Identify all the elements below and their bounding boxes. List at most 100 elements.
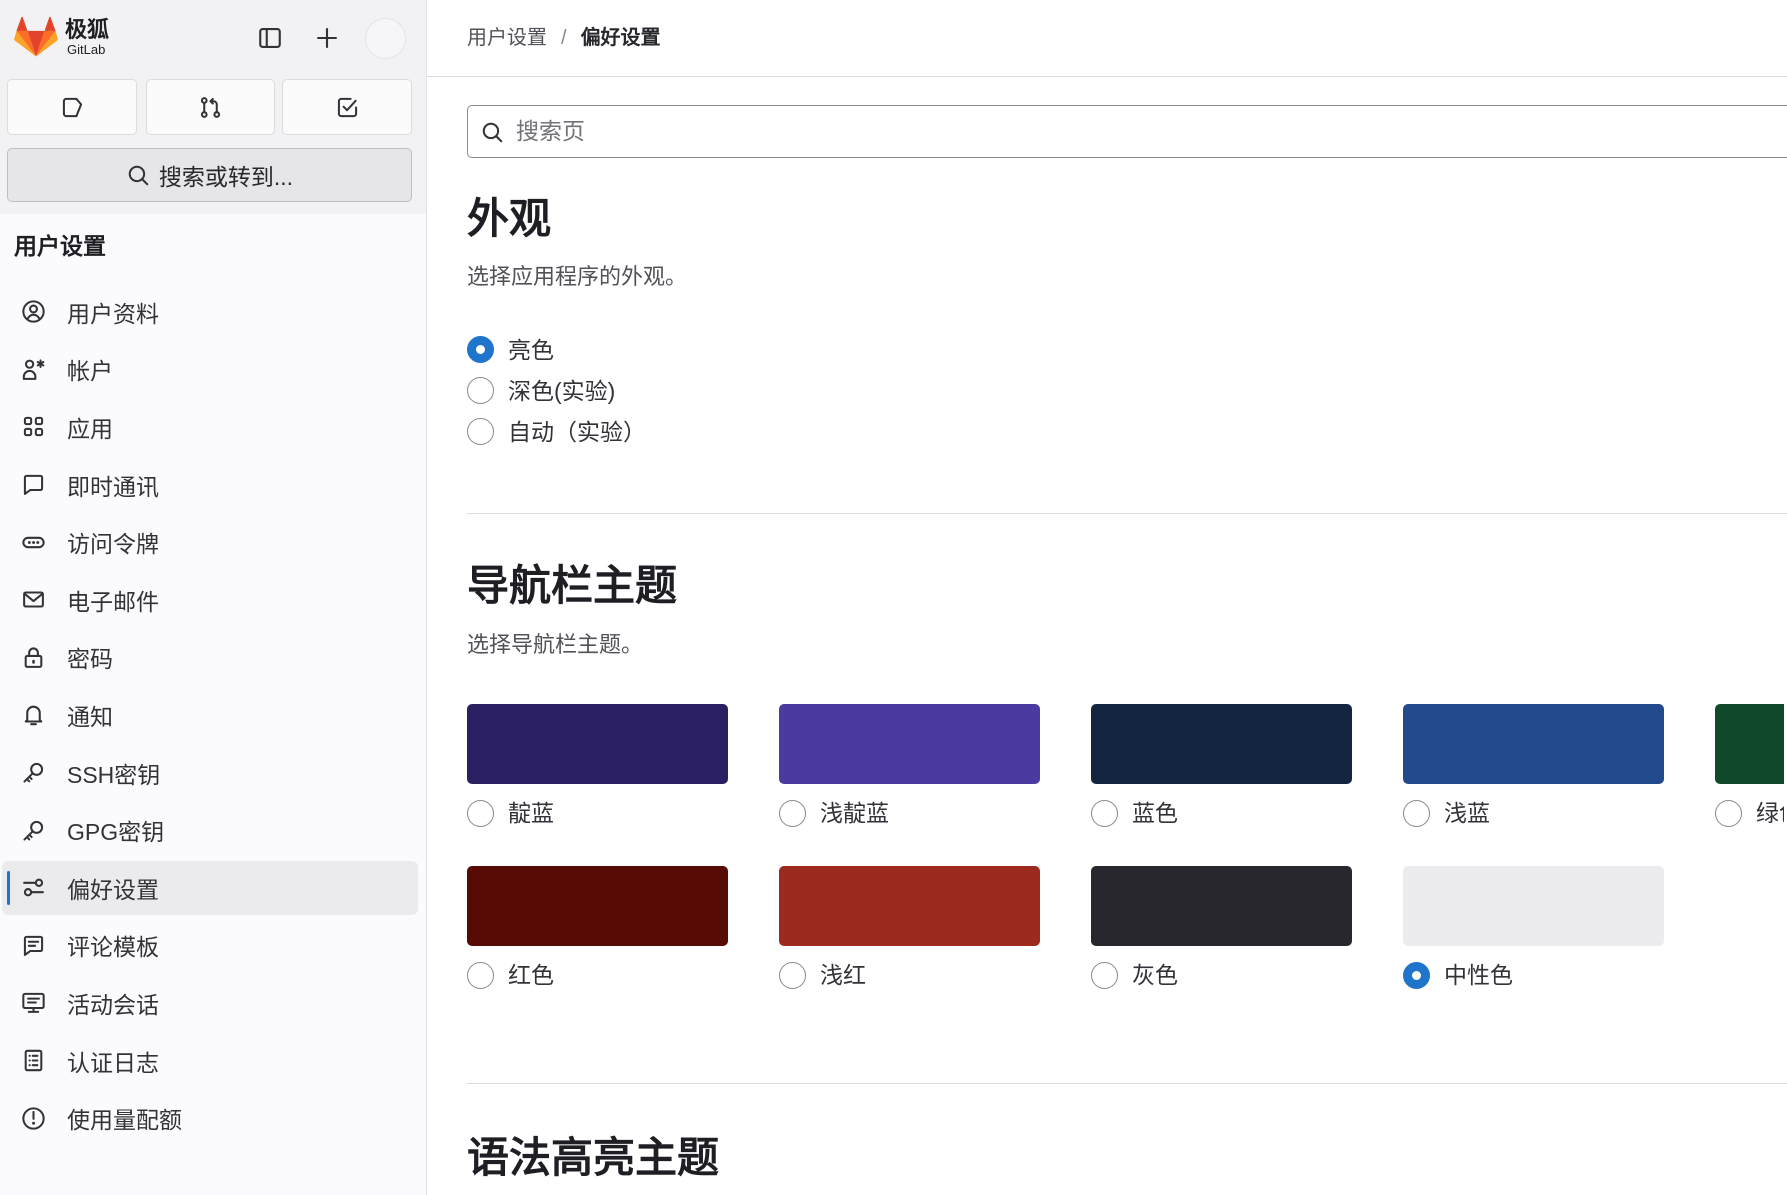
gitlab-tanuki-logo-icon[interactable]: [14, 16, 58, 58]
syntax-theme-heading: 语法高亮主题: [467, 1134, 720, 1181]
appearance-options: 亮色 深色(实验) 自动（实验）: [467, 329, 646, 452]
sidebar-item-chat[interactable]: 即时通讯: [0, 456, 426, 514]
sidebar-item-notifications[interactable]: 通知: [0, 686, 426, 744]
theme-radio-row[interactable]: 浅蓝: [1403, 798, 1664, 828]
appearance-heading: 外观: [467, 195, 552, 242]
quota-icon: [22, 1106, 45, 1130]
breadcrumb-current[interactable]: 偏好设置: [581, 24, 661, 52]
theme-swatch[interactable]: [1715, 704, 1784, 784]
sidebar-item-password[interactable]: 密码: [0, 629, 426, 687]
sidebar-toggle-button[interactable]: [255, 23, 285, 53]
appearance-option-auto[interactable]: 自动（实验）: [467, 411, 646, 452]
radio-button[interactable]: [467, 418, 494, 445]
sidebar-item-usage-quotas[interactable]: 使用量配额: [0, 1089, 426, 1147]
theme-option-blue[interactable]: 蓝色: [1091, 704, 1352, 828]
sidebar-item-active-sessions[interactable]: 活动会话: [0, 974, 426, 1032]
radio-button[interactable]: [467, 961, 494, 989]
radio-label: 灰色: [1132, 962, 1178, 988]
theme-swatch[interactable]: [467, 704, 728, 784]
theme-option-green[interactable]: 绿色: [1715, 704, 1784, 828]
theme-option-light-indigo[interactable]: 浅靛蓝: [779, 704, 1040, 828]
radio-button[interactable]: [1091, 799, 1118, 827]
merge-request-icon: [200, 96, 221, 118]
theme-swatch[interactable]: [779, 704, 1040, 784]
radio-button[interactable]: [467, 799, 494, 827]
sidebar-item-profile[interactable]: 用户资料: [0, 283, 426, 341]
sidebar-item-applications[interactable]: 应用: [0, 398, 426, 456]
sidebar-item-label: 即时通讯: [67, 473, 159, 500]
theme-option-light-red[interactable]: 浅红: [779, 866, 1040, 990]
sidebar-item-access-tokens[interactable]: 访问令牌: [0, 513, 426, 571]
sidebar-item-label: SSH密钥: [67, 761, 161, 788]
sidebar-item-label: 帐户: [67, 358, 113, 385]
search-button-label: 搜索或转到...: [158, 164, 294, 190]
theme-radio-row[interactable]: 蓝色: [1091, 798, 1352, 828]
theme-option-light-blue[interactable]: 浅蓝: [1403, 704, 1664, 828]
sidebar-item-label: 电子邮件: [67, 588, 159, 615]
theme-option-red[interactable]: 红色: [467, 866, 728, 990]
theme-swatch[interactable]: [1091, 866, 1352, 946]
user-circle-icon: [22, 300, 45, 323]
radio-button[interactable]: [1403, 961, 1430, 989]
sidebar-item-preferences[interactable]: 偏好设置: [0, 859, 426, 917]
issues-icon: [62, 97, 82, 117]
sidebar-item-account[interactable]: 帐户: [0, 341, 426, 399]
applications-icon: [23, 417, 44, 437]
comment-template-icon: [23, 935, 44, 956]
theme-radio-row[interactable]: 浅红: [779, 960, 1040, 990]
theme-option-neutral[interactable]: 中性色: [1403, 866, 1664, 990]
sidebar-header: 极狐 GitLab 搜索或转到...: [0, 0, 426, 214]
radio-button[interactable]: [779, 799, 806, 827]
breadcrumb-parent-link[interactable]: 用户设置: [467, 24, 547, 52]
radio-label: 浅红: [820, 962, 866, 988]
theme-option-gray[interactable]: 灰色: [1091, 866, 1352, 990]
sidebar-item-label: 偏好设置: [67, 876, 159, 903]
theme-option-indigo[interactable]: 靛蓝: [467, 704, 728, 828]
theme-radio-row[interactable]: 绿色: [1715, 798, 1784, 828]
merge-requests-button[interactable]: [146, 79, 275, 135]
sidebar-item-ssh-keys[interactable]: SSH密钥: [0, 744, 426, 802]
radio-button[interactable]: [1715, 799, 1742, 827]
appearance-option-dark[interactable]: 深色(实验): [467, 370, 646, 411]
theme-swatch[interactable]: [779, 866, 1040, 946]
appearance-option-light[interactable]: 亮色: [467, 329, 646, 370]
appearance-description: 选择应用程序的外观。: [467, 264, 688, 289]
theme-radio-row[interactable]: 红色: [467, 960, 728, 990]
theme-swatch[interactable]: [1091, 704, 1352, 784]
radio-button[interactable]: [467, 336, 494, 363]
sidebar-item-gpg-keys[interactable]: GPG密钥: [0, 801, 426, 859]
issues-button[interactable]: [7, 79, 137, 135]
radio-button[interactable]: [1403, 799, 1430, 827]
theme-swatch[interactable]: [1403, 704, 1664, 784]
theme-radio-row[interactable]: 灰色: [1091, 960, 1352, 990]
search-or-go-to-button[interactable]: 搜索或转到...: [7, 148, 412, 202]
sidebar-item-comment-templates[interactable]: 评论模板: [0, 917, 426, 975]
preferences-icon: [23, 878, 44, 897]
nav-theme-heading: 导航栏主题: [467, 562, 678, 609]
radio-label: 靛蓝: [508, 800, 554, 826]
settings-search-input[interactable]: [516, 106, 1776, 157]
sidebar-item-authentication-log[interactable]: 认证日志: [0, 1032, 426, 1090]
radio-button[interactable]: [467, 377, 494, 404]
log-icon: [24, 1049, 43, 1072]
radio-label: 红色: [508, 962, 554, 988]
theme-swatch[interactable]: [1403, 866, 1664, 946]
radio-label: 蓝色: [1132, 800, 1178, 826]
radio-button[interactable]: [1091, 961, 1118, 989]
super-sidebar: 极狐 GitLab 搜索或转到... 用户设置 用户资料 帐户 应用 即时通讯 …: [0, 0, 427, 1195]
create-new-button[interactable]: [312, 23, 342, 53]
sidebar-item-label: 密码: [67, 646, 113, 673]
todos-button[interactable]: [282, 79, 412, 135]
theme-radio-row[interactable]: 浅靛蓝: [779, 798, 1040, 828]
section-divider: [467, 1083, 1787, 1084]
theme-swatch[interactable]: [467, 866, 728, 946]
plus-icon: [317, 28, 337, 48]
theme-radio-row[interactable]: 靛蓝: [467, 798, 728, 828]
sidebar-item-emails[interactable]: 电子邮件: [0, 571, 426, 629]
radio-label: 深色(实验): [508, 377, 616, 404]
theme-radio-row[interactable]: 中性色: [1403, 960, 1664, 990]
nav-theme-grid: 靛蓝 浅靛蓝 蓝色 浅蓝 绿 红色 浅红 灰色 中性色: [467, 704, 1784, 990]
radio-label: 浅靛蓝: [820, 800, 889, 826]
user-avatar-button[interactable]: [365, 18, 406, 59]
radio-button[interactable]: [779, 961, 806, 989]
